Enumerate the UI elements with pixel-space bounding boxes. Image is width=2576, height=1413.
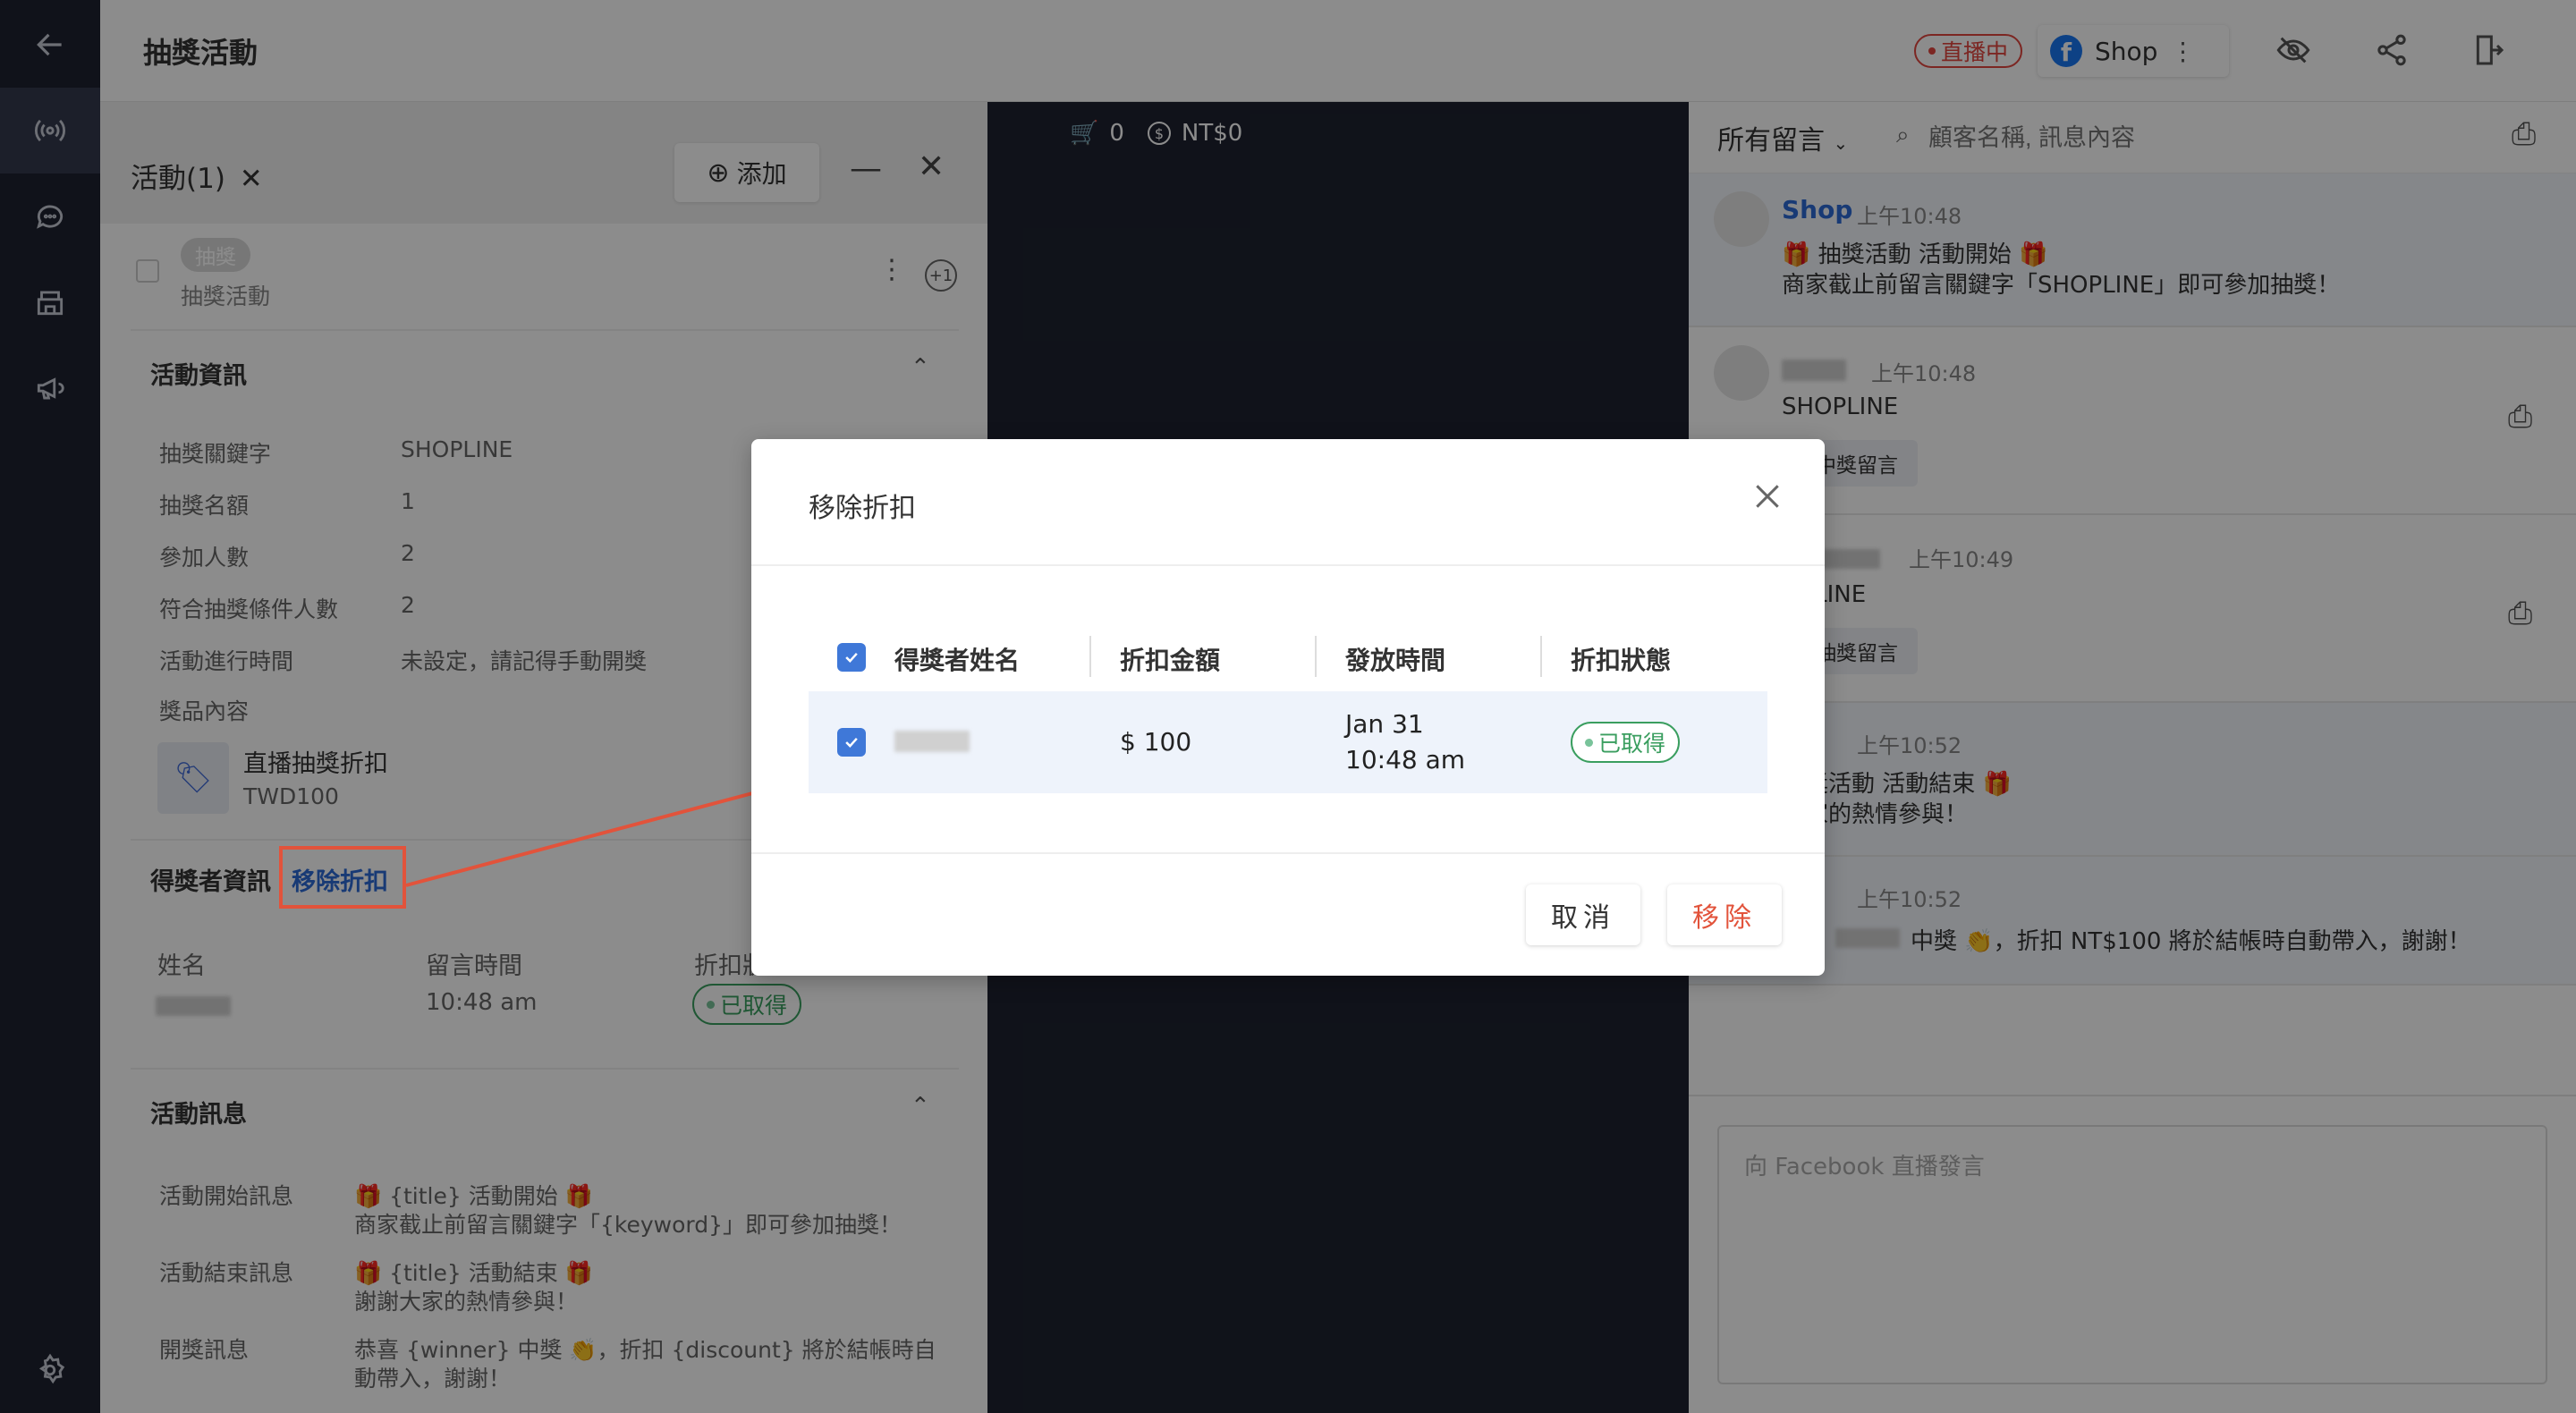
select-all-checkbox[interactable]: [837, 643, 866, 672]
close-icon[interactable]: [1750, 478, 1785, 514]
annotation-arrow: [405, 776, 791, 887]
header-discount-status: 折扣狀態: [1571, 646, 1672, 675]
remove-discount-dialog: 移除折扣 得獎者姓名 折扣金額 發放時間 折扣狀態 $ 100 Jan 31 1…: [751, 439, 1825, 976]
header-issued-time: 發放時間: [1345, 646, 1446, 675]
header-separator: [1540, 636, 1542, 677]
header-discount-amount: 折扣金額: [1120, 646, 1221, 675]
discount-status-badge: 已取得: [1571, 722, 1681, 763]
discount-status-label: 已取得: [1598, 731, 1666, 757]
check-icon: [845, 737, 858, 748]
header-winner-name: 得獎者姓名: [894, 646, 1021, 675]
check-icon: [845, 652, 858, 663]
issued-date: Jan 31: [1345, 709, 1424, 739]
cancel-button[interactable]: 取消: [1526, 884, 1640, 945]
discount-amount: $ 100: [1120, 727, 1192, 757]
winner-name-blurred: [894, 731, 970, 752]
dialog-title: 移除折扣: [809, 493, 916, 524]
remove-button[interactable]: 移除: [1667, 884, 1782, 945]
header-separator: [1315, 636, 1317, 677]
row-checkbox[interactable]: [837, 728, 866, 757]
status-dot-icon: [1585, 738, 1593, 747]
dialog-header-divider: [751, 564, 1825, 566]
issued-time: 10:48 am: [1345, 745, 1466, 774]
header-separator: [1089, 636, 1091, 677]
dialog-footer-divider: [751, 852, 1825, 854]
highlight-box: [279, 846, 406, 909]
